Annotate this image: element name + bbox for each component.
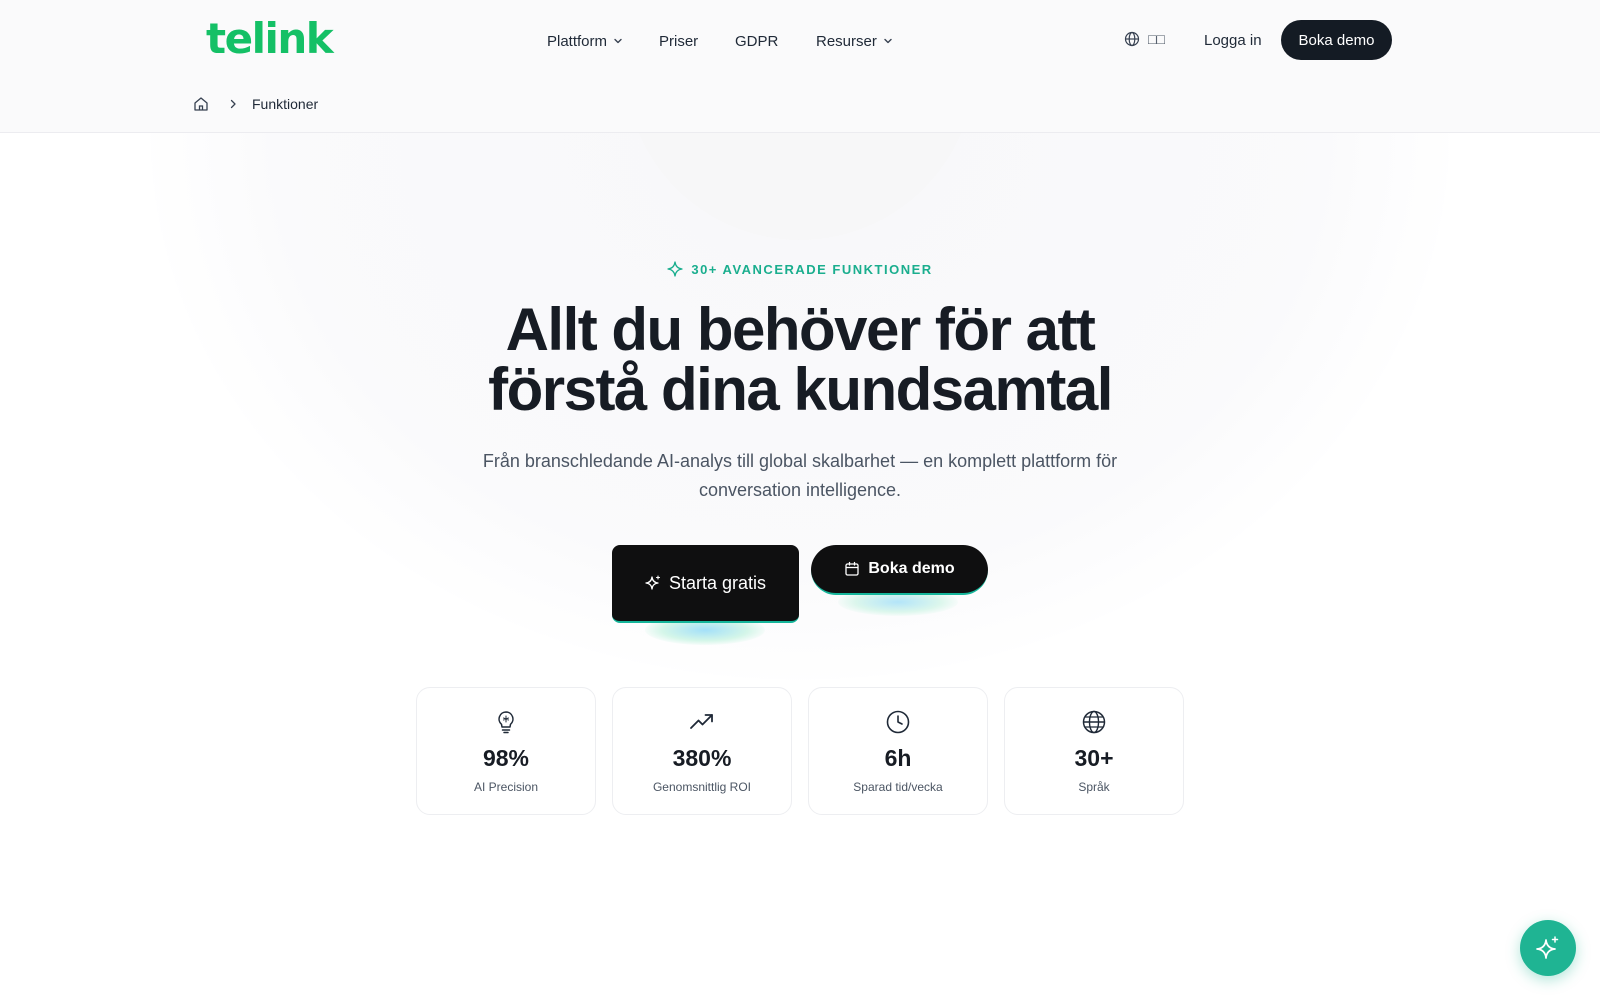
login-link[interactable]: Logga in bbox=[1204, 32, 1262, 49]
headline-line-2: förstå dina kundsamtal bbox=[488, 356, 1113, 423]
lightbulb-icon bbox=[498, 711, 514, 734]
stat-card: 380% Genomsnittlig ROI bbox=[612, 687, 792, 815]
globe-icon bbox=[1082, 710, 1106, 734]
hero-eyebrow: 30+ AVANCERADE FUNKTIONER bbox=[0, 261, 1600, 277]
start-free-button[interactable]: Starta gratis bbox=[612, 545, 799, 623]
book-demo-hero-button[interactable]: Boka demo bbox=[811, 545, 988, 595]
sparkle-icon bbox=[645, 575, 661, 590]
headline-line-1: Allt du behöver för att bbox=[505, 296, 1096, 363]
breadcrumb: Funktioner bbox=[192, 95, 318, 113]
language-switcher[interactable]: □□ bbox=[1124, 31, 1165, 47]
sparkle-icon bbox=[1536, 936, 1559, 959]
home-icon[interactable] bbox=[192, 95, 210, 113]
hero-subtitle: Från branschledande AI-analys till globa… bbox=[0, 447, 1600, 505]
book-demo-label: Boka demo bbox=[868, 560, 955, 577]
stat-value: 380% bbox=[672, 745, 732, 771]
nav-item-label: GDPR bbox=[735, 32, 779, 50]
header: telink Plattform Priser GDPR Resurser □□… bbox=[0, 0, 1600, 133]
breadcrumb-current: Funktioner bbox=[252, 96, 319, 112]
stats-row: 98% AI Precision 380% Genomsnittlig ROI … bbox=[416, 687, 1184, 815]
nav-item-label: Priser bbox=[659, 32, 699, 50]
page-title: Allt du behöver för att förstå dina kund… bbox=[0, 300, 1600, 420]
logo[interactable]: telink bbox=[206, 14, 334, 63]
book-demo-button[interactable]: Boka demo bbox=[1281, 20, 1392, 60]
subtitle-line-2: conversation intelligence. bbox=[698, 480, 902, 500]
stat-label: Sparad tid/vecka bbox=[853, 780, 943, 794]
stat-value: 98% bbox=[482, 745, 530, 771]
stat-value: 30+ bbox=[1074, 745, 1114, 771]
chevron-right-icon bbox=[230, 99, 236, 109]
stat-card: 30+ Språk bbox=[1004, 687, 1184, 815]
trending-up-icon bbox=[690, 714, 713, 729]
stat-label: Genomsnittlig ROI bbox=[652, 780, 752, 794]
sparkle-icon bbox=[667, 261, 683, 277]
calendar-icon bbox=[845, 561, 860, 576]
stat-card: 6h Sparad tid/vecka bbox=[808, 687, 988, 815]
globe-icon bbox=[1124, 31, 1140, 47]
nav-item-label: Plattform bbox=[547, 32, 608, 50]
stat-label: AI Precision bbox=[473, 780, 539, 794]
chevron-down-icon bbox=[614, 38, 622, 44]
stat-value: 6h bbox=[884, 745, 912, 771]
nav-item-label: Resurser bbox=[816, 32, 877, 50]
eyebrow-label: 30+ AVANCERADE FUNKTIONER bbox=[691, 261, 933, 277]
chevron-down-icon bbox=[884, 38, 892, 44]
nav-item-resurser[interactable]: Resurser bbox=[816, 31, 893, 51]
clock-icon bbox=[886, 710, 910, 734]
stat-label: Språk bbox=[1078, 780, 1110, 794]
nav-item-priser[interactable]: Priser bbox=[659, 31, 698, 51]
page: telink Plattform Priser GDPR Resurser □□… bbox=[0, 0, 1600, 1000]
stat-card: 98% AI Precision bbox=[416, 687, 596, 815]
language-label: □□ bbox=[1148, 31, 1165, 47]
start-free-label: Starta gratis bbox=[668, 572, 767, 593]
ai-assistant-button[interactable] bbox=[1520, 920, 1576, 976]
nav-item-gdpr[interactable]: GDPR bbox=[735, 31, 778, 51]
nav-item-plattform[interactable]: Plattform bbox=[547, 31, 623, 51]
subtitle-line-1: Från branschledande AI-analys till globa… bbox=[482, 451, 1118, 471]
